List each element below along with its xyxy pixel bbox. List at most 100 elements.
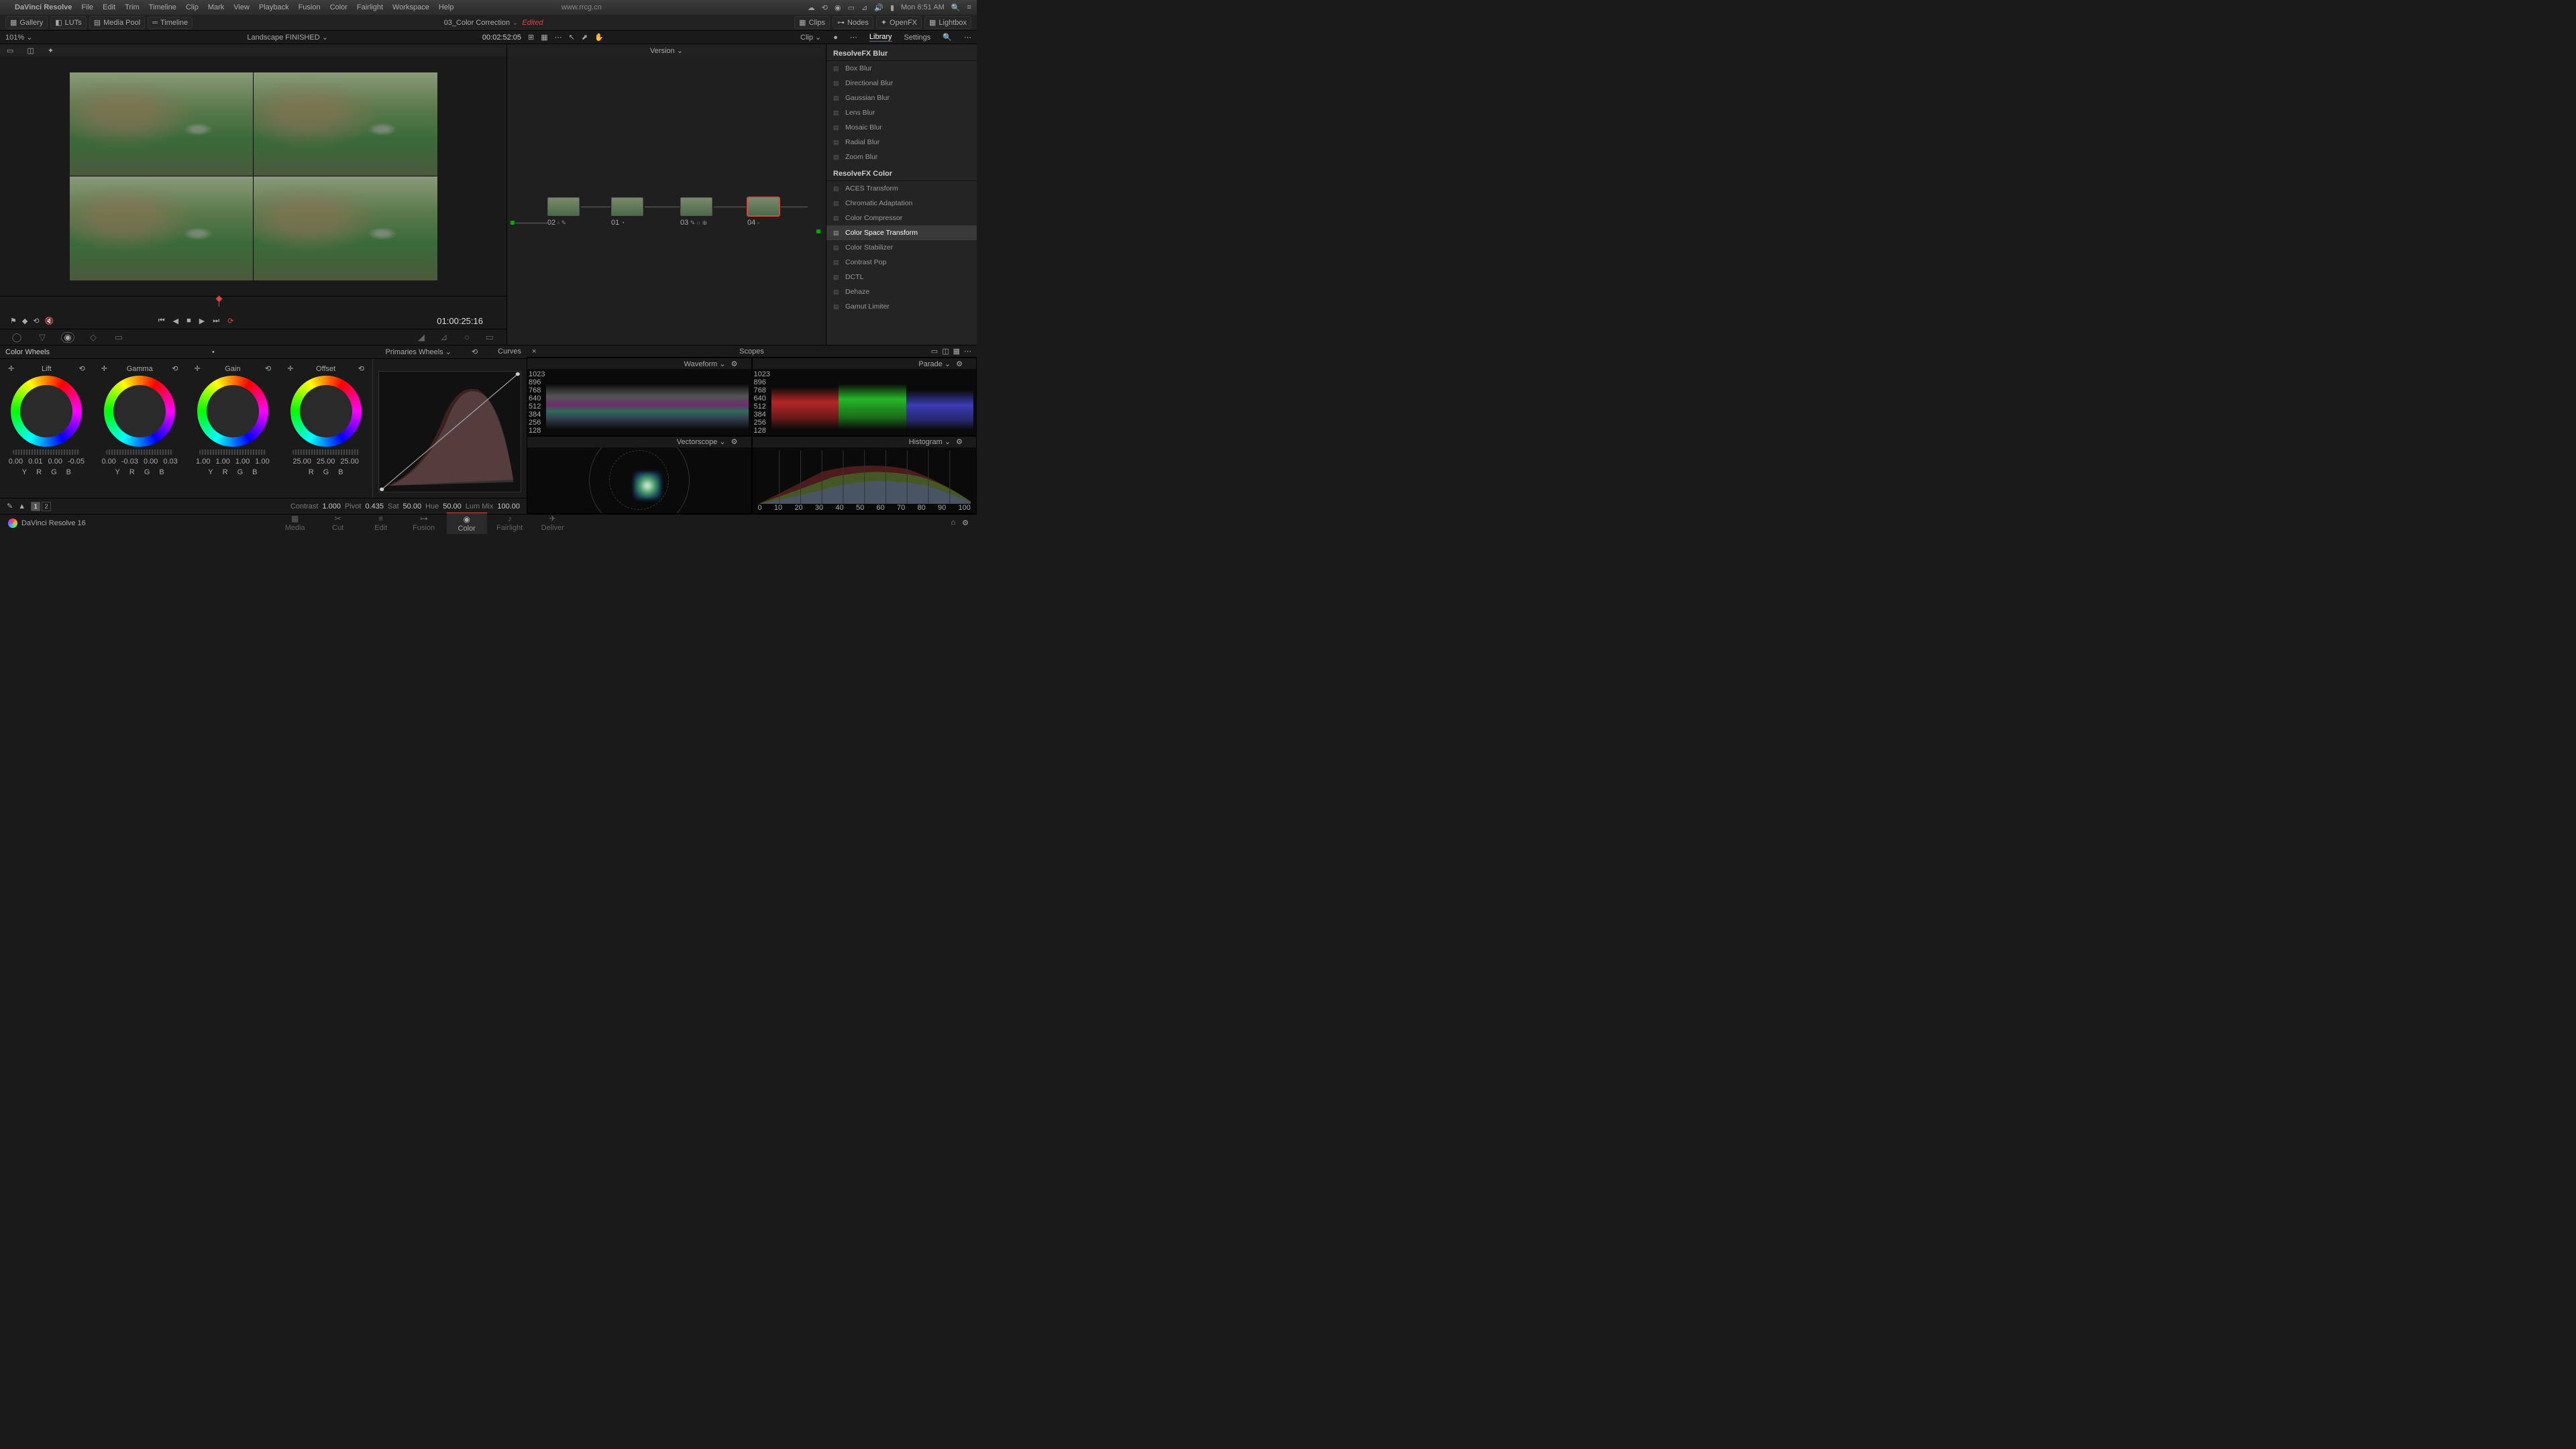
reverse-icon[interactable]: ◀ (173, 317, 178, 325)
mode-curves-icon[interactable]: ◯ (10, 332, 23, 343)
hue-value[interactable]: 50.00 (443, 502, 462, 511)
gamma-jog[interactable] (106, 449, 173, 455)
parade-dropdown[interactable]: Parade ⌄ (918, 360, 951, 368)
fx-search-icon[interactable]: 🔍 (943, 33, 952, 42)
menu-playback[interactable]: Playback (259, 3, 289, 11)
version-dropdown[interactable]: Version ⌄ (650, 46, 683, 55)
reset-offset-icon[interactable]: ⟲ (358, 364, 364, 373)
luts-button[interactable]: ◧LUTs (50, 16, 86, 29)
page-media[interactable]: ▦Media (275, 513, 315, 534)
clip-dropdown[interactable]: Clip ⌄ (800, 33, 821, 42)
fx-mosaic-blur[interactable]: Mosaic Blur (826, 120, 977, 135)
wifi-icon[interactable]: ⊿ (861, 3, 867, 12)
picker-icon[interactable]: ✛ (8, 364, 14, 373)
wipe-icon[interactable]: ⊞ (528, 33, 534, 42)
fx-chromatic-adaptation[interactable]: Chromatic Adaptation (826, 196, 977, 211)
node-more-icon[interactable]: ⋯ (850, 33, 857, 42)
menu-fusion[interactable]: Fusion (299, 3, 321, 11)
prev-clip-icon[interactable]: ⏮ (158, 317, 165, 325)
fx-gamut-limiter[interactable]: Gamut Limiter (826, 299, 977, 314)
battery-icon[interactable]: ▮ (890, 3, 894, 12)
project-settings-icon[interactable]: ⚙ (962, 519, 969, 527)
page-cut[interactable]: ✂Cut (318, 513, 358, 534)
zoom-dropdown[interactable]: 101% ⌄ (5, 33, 32, 42)
reset-gamma-icon[interactable]: ⟲ (172, 364, 178, 373)
fx-zoom-blur[interactable]: Zoom Blur (826, 150, 977, 164)
lift-wheel[interactable] (11, 376, 82, 447)
status-icon[interactable]: ◉ (835, 3, 841, 12)
mode-key-icon[interactable]: ⊿ (437, 332, 451, 343)
menu-mark[interactable]: Mark (208, 3, 224, 11)
curves-panel[interactable] (372, 359, 527, 498)
menu-trim[interactable]: Trim (125, 3, 140, 11)
menu-color[interactable]: Color (330, 3, 347, 11)
scope-layout-4[interactable]: ▦ (953, 347, 960, 356)
link-icon[interactable]: ⟲ (33, 317, 39, 325)
more-icon[interactable]: ⋯ (555, 33, 562, 42)
node-04[interactable] (747, 197, 780, 216)
contrast-value[interactable]: 1.000 (322, 502, 341, 511)
fx-aces-transform[interactable]: ACES Transform (826, 181, 977, 196)
fx-color-compressor[interactable]: Color Compressor (826, 211, 977, 225)
vectorscope-settings-icon[interactable]: ⚙ (731, 437, 738, 446)
image-wipe-icon[interactable]: ▭ (7, 46, 13, 55)
cloud-icon[interactable]: ☁ (808, 3, 815, 12)
split-icon[interactable]: ▦ (541, 33, 547, 42)
fx-contrast-pop[interactable]: Contrast Pop (826, 255, 977, 270)
page-edit[interactable]: ≡Edit (361, 513, 401, 534)
page-fairlight[interactable]: ♪Fairlight (490, 513, 530, 534)
gain-wheel[interactable] (197, 376, 268, 447)
menu-icon[interactable]: ≡ (967, 3, 971, 11)
next-clip-icon[interactable]: ⏭ (213, 317, 219, 325)
node-graph-output[interactable] (816, 229, 820, 233)
flag-icon[interactable]: ⚑ (10, 317, 17, 325)
pointer-icon[interactable]: ⬈ (582, 33, 588, 42)
curves-tab[interactable]: Curves (498, 347, 521, 356)
lummix-value[interactable]: 100.00 (497, 502, 520, 511)
node-pin-icon[interactable]: ● (833, 34, 838, 42)
mode-window-icon[interactable]: ◇ (87, 332, 100, 343)
reset-lift-icon[interactable]: ⟲ (79, 364, 85, 373)
app-name[interactable]: DaVinci Resolve (15, 3, 72, 11)
mode-qualifier-icon[interactable]: ▽ (36, 332, 49, 343)
fx-dctl[interactable]: DCTL (826, 270, 977, 284)
nodes-button[interactable]: ⊶Nodes (833, 16, 873, 29)
play-icon[interactable]: ▶ (199, 317, 205, 325)
node-01[interactable] (611, 197, 643, 216)
fx-gaussian-blur[interactable]: Gaussian Blur (826, 91, 977, 105)
menu-edit[interactable]: Edit (103, 3, 115, 11)
menu-fairlight[interactable]: Fairlight (357, 3, 383, 11)
mode-track-icon[interactable]: ▭ (112, 332, 125, 343)
offset-wheel[interactable] (290, 376, 362, 447)
lightbox-button[interactable]: ▦Lightbox (924, 16, 971, 29)
fx-radial-blur[interactable]: Radial Blur (826, 135, 977, 150)
picker-icon[interactable]: ✛ (195, 364, 201, 373)
mode-sizing-icon[interactable]: ○ (460, 332, 474, 343)
scopes-close-icon[interactable]: × (532, 347, 536, 356)
clock[interactable]: Mon 6:51 AM (901, 3, 945, 11)
reset-gain-icon[interactable]: ⟲ (265, 364, 271, 373)
highlight-icon[interactable]: ✦ (48, 46, 54, 55)
menu-timeline[interactable]: Timeline (149, 3, 176, 11)
clips-button[interactable]: ▦Clips (794, 16, 830, 29)
node-02[interactable] (547, 197, 580, 216)
gamma-wheel[interactable] (104, 376, 175, 447)
reset-wheels-icon[interactable]: ⟲ (472, 347, 478, 356)
menu-file[interactable]: File (81, 3, 93, 11)
gallery-button[interactable]: ▦Gallery (5, 16, 48, 29)
home-icon[interactable]: ⌂ (951, 519, 955, 527)
lift-jog[interactable] (13, 449, 80, 455)
fx-dehaze[interactable]: Dehaze (826, 284, 977, 299)
library-tab[interactable]: Library (869, 33, 892, 42)
scope-layout-1[interactable]: ▭ (931, 347, 938, 356)
split-screen-icon[interactable]: ◫ (27, 46, 34, 55)
openfx-button[interactable]: ✦OpenFX (876, 16, 922, 29)
fx-directional-blur[interactable]: Directional Blur (826, 76, 977, 91)
picker-icon[interactable]: ✛ (101, 364, 107, 373)
settings-tab[interactable]: Settings (904, 34, 931, 42)
loop-icon[interactable]: ⟳ (227, 317, 233, 325)
mode-3d-icon[interactable]: ▭ (483, 332, 496, 343)
volume-icon[interactable]: 🔊 (874, 3, 883, 12)
page-deliver[interactable]: ✈Deliver (533, 513, 573, 534)
sync-icon[interactable]: ⟲ (822, 3, 828, 12)
